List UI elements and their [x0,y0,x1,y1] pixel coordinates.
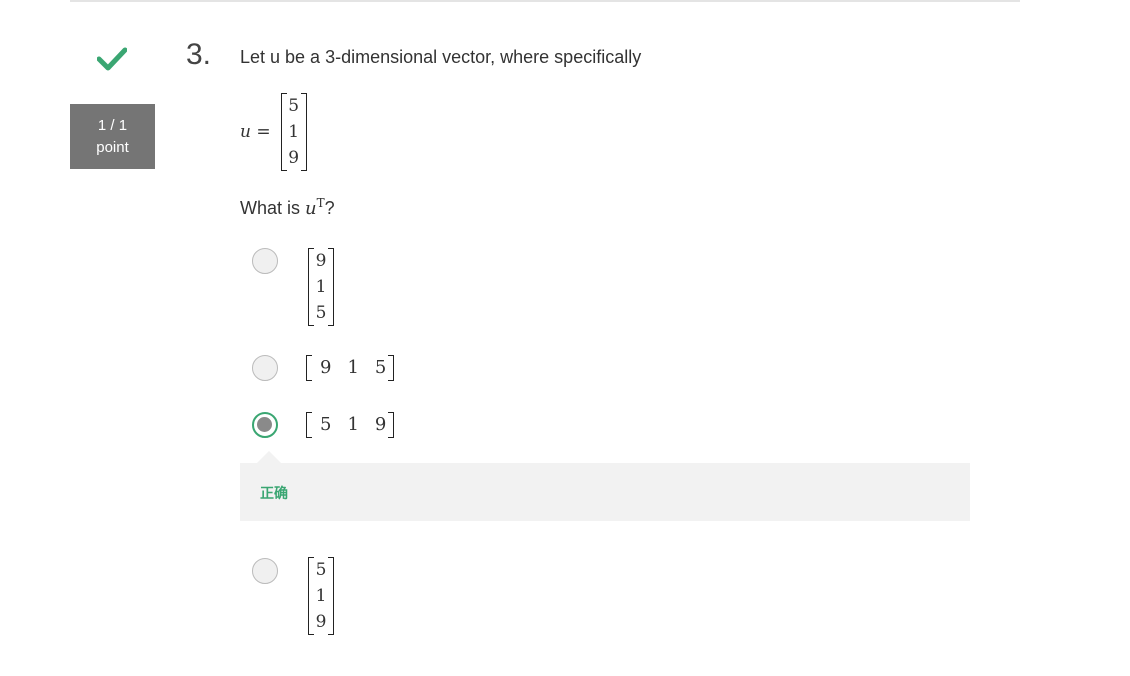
option-4-radio[interactable] [252,558,278,584]
matrix-entry: 5 [320,414,332,435]
option-4-matrix[interactable]: 5 1 9 [308,557,334,635]
question-text: Let u be a 3-dimensional vector, where s… [240,47,642,67]
row-vector: 9 1 5 [306,355,395,381]
vector-u-entry: 5 [288,96,300,116]
option-3-matrix[interactable]: 5 1 9 [306,412,395,438]
column-vector: 9 1 5 [308,248,334,326]
matrix-entry: 9 [315,612,327,632]
feedback-box: 正确 [240,451,970,521]
vector-u: 5 1 9 [280,93,307,171]
prompt-sup: T [316,196,325,210]
matrix-entry: 9 [315,251,327,271]
prompt-suffix: ? [324,198,335,218]
option-2-matrix[interactable]: 9 1 5 [306,355,395,381]
top-divider [70,0,1020,2]
option-1-matrix[interactable]: 9 1 5 [308,248,334,326]
equation-lhs: u = [240,122,271,142]
matrix-entry: 1 [315,586,327,606]
matrix-entry: 5 [315,303,327,323]
prompt-prefix: What is [240,198,306,218]
question-prompt: What is uT? [240,196,335,219]
matrix-entry: 9 [320,357,332,378]
option-3-radio[interactable] [252,412,278,438]
checkmark-icon [97,47,127,71]
vector-definition: u = 5 1 9 [240,92,307,172]
row-vector: 5 1 9 [306,412,395,438]
question-number: 3. [186,38,212,71]
feedback-pointer [257,451,281,463]
score-badge: 1 / 1 point [70,104,155,169]
option-1-radio[interactable] [252,248,278,274]
vector-u-entry: 1 [288,122,300,142]
column-vector: 5 1 9 [308,557,334,635]
score-value: 1 / 1 [97,116,128,134]
matrix-entry: 1 [347,414,359,435]
vector-u-entry: 9 [288,148,300,168]
matrix-entry: 9 [374,414,387,435]
matrix-entry: 5 [315,560,327,580]
option-2-radio[interactable] [252,355,278,381]
feedback-correct-text: 正确 [260,485,288,501]
score-unit: point [96,138,129,156]
prompt-var: u [305,198,317,219]
matrix-entry: 5 [374,357,387,378]
matrix-entry: 1 [347,357,359,378]
matrix-entry: 1 [315,277,327,297]
